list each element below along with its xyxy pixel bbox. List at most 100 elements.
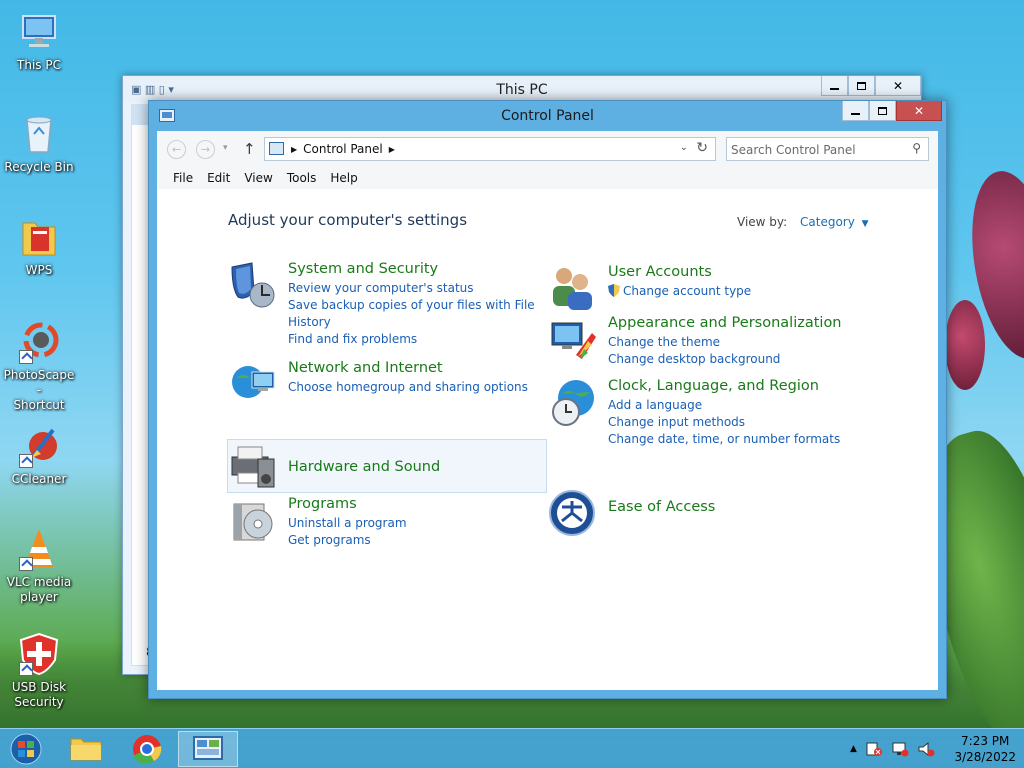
back-button[interactable]: ← (167, 140, 186, 159)
link-get-programs[interactable]: Get programs (288, 532, 407, 549)
usb-disk-security-icon (17, 632, 61, 676)
chevron-down-icon[interactable]: ▼ (862, 219, 869, 229)
menu-edit[interactable]: Edit (200, 167, 237, 189)
refresh-button[interactable]: ↻ (696, 140, 708, 156)
desktop-icon-label: player (20, 590, 58, 604)
desktop-icon-label: USB Disk (11, 680, 67, 694)
breadcrumb-separator-icon: ▶ (291, 144, 298, 154)
menu-bar: File Edit View Tools Help (157, 167, 938, 189)
link-add-language[interactable]: Add a language (608, 397, 840, 414)
link-change-date-formats[interactable]: Change date, time, or number formats (608, 431, 840, 448)
file-explorer-icon (70, 738, 102, 761)
category-title-appearance[interactable]: Appearance and Personalization (608, 315, 842, 331)
view-by-dropdown[interactable]: Category (800, 215, 855, 229)
desktop-icon-recycle-bin[interactable]: Recycle Bin (0, 112, 78, 175)
breadcrumb-separator-icon[interactable]: ▶ (389, 145, 395, 154)
desktop-icon-wps[interactable]: WPS (0, 215, 78, 278)
show-hidden-icons-button[interactable]: ▲ (850, 744, 857, 754)
menu-tools[interactable]: Tools (280, 167, 324, 189)
desktop-icon-label: PhotoScape - (3, 368, 75, 397)
desktop-icon-ccleaner[interactable]: CCleaner (0, 424, 78, 487)
start-button[interactable] (6, 732, 46, 766)
clock-date: 3/28/2022 (954, 750, 1016, 764)
control-panel-icon (193, 736, 223, 760)
network-icon (228, 360, 278, 410)
link-save-backup-cont[interactable]: History (288, 314, 535, 331)
system-clock[interactable]: 7:23 PM 3/28/2022 (954, 733, 1016, 765)
chrome-icon (133, 735, 162, 764)
search-icon[interactable]: ⚲ (912, 141, 921, 155)
desktop-icon-this-pc[interactable]: This PC (0, 10, 78, 73)
forward-button[interactable]: → (196, 140, 215, 159)
link-homegroup[interactable]: Choose homegroup and sharing options (288, 379, 528, 396)
maximize-icon (878, 106, 887, 115)
category-title-ease-of-access[interactable]: Ease of Access (608, 499, 715, 515)
control-panel-titlebar[interactable]: Control Panel ✕ (149, 101, 946, 131)
control-panel-icon (269, 142, 284, 155)
recycle-bin-icon (17, 112, 61, 156)
address-bar[interactable]: ▶ Control Panel ▶ ⌄ ↻ (264, 137, 716, 161)
maximize-icon (857, 81, 866, 90)
desktop-icon-photoscape[interactable]: PhotoScape - Shortcut (0, 320, 78, 413)
category-title-user-accounts[interactable]: User Accounts (608, 264, 712, 280)
up-button[interactable]: ↑ (243, 140, 256, 158)
folder-icon (17, 215, 61, 259)
link-find-fix[interactable]: Find and fix problems (288, 331, 535, 348)
search-box[interactable]: ⚲ (726, 137, 929, 161)
close-button[interactable]: ✕ (875, 76, 921, 96)
programs-icon (228, 496, 278, 546)
link-change-input-methods[interactable]: Change input methods (608, 414, 840, 431)
back-arrow-icon: ← (171, 143, 182, 156)
close-icon: ✕ (892, 78, 904, 93)
desktop-icon-label: VLC media (6, 575, 72, 589)
minimize-icon (830, 87, 839, 90)
minimize-button[interactable] (821, 76, 848, 96)
printer-icon (228, 441, 278, 491)
desktop-icon-label: Security (14, 695, 64, 709)
forward-arrow-icon: → (200, 143, 211, 156)
close-button[interactable]: ✕ (896, 101, 942, 121)
shield-icon (228, 261, 278, 311)
close-icon: ✕ (913, 103, 925, 118)
taskbar-chrome[interactable] (117, 731, 177, 767)
desktop-icon-vlc[interactable]: VLC media player (0, 527, 78, 605)
link-uninstall-program[interactable]: Uninstall a program (288, 515, 407, 532)
this-pc-titlebar[interactable]: ▣ ▥ ▯ ▾ This PC ✕ (123, 76, 921, 102)
wallpaper-tulip (945, 300, 985, 390)
maximize-button[interactable] (869, 101, 896, 121)
link-change-account-type-label: Change account type (623, 284, 752, 298)
category-title-hardware[interactable]: Hardware and Sound (288, 459, 440, 475)
search-input[interactable] (731, 141, 901, 158)
control-panel-window[interactable]: Control Panel ✕ ← → ▾ ↑ ▶ Control Panel … (148, 100, 947, 699)
shortcut-arrow-icon (19, 662, 33, 676)
menu-file[interactable]: File (166, 167, 200, 189)
category-title-network[interactable]: Network and Internet (288, 360, 443, 376)
desktop-icon-usb-disk-security[interactable]: USB Disk Security (0, 632, 78, 710)
maximize-button[interactable] (848, 76, 875, 96)
category-title-clock[interactable]: Clock, Language, and Region (608, 378, 819, 394)
minimize-button[interactable] (842, 101, 869, 121)
volume-muted-icon[interactable] (917, 741, 935, 757)
category-title-programs[interactable]: Programs (288, 496, 357, 512)
control-panel-body: ← → ▾ ↑ ▶ Control Panel ▶ ⌄ ↻ ⚲ File Edi… (157, 131, 938, 690)
network-status-icon[interactable] (891, 741, 909, 757)
refresh-icon: ↻ (696, 140, 708, 156)
menu-view[interactable]: View (237, 167, 279, 189)
action-center-icon[interactable] (865, 741, 883, 757)
address-dropdown-button[interactable]: ⌄ (680, 142, 688, 153)
link-review-status[interactable]: Review your computer's status (288, 280, 535, 297)
category-title-system-security[interactable]: System and Security (288, 261, 438, 277)
ease-of-access-icon (548, 489, 598, 539)
link-save-backup[interactable]: Save backup copies of your files with Fi… (288, 297, 535, 314)
link-change-account-type[interactable]: Change account type (608, 283, 751, 300)
taskbar-file-explorer[interactable] (56, 731, 116, 767)
recent-locations-button[interactable]: ▾ (223, 143, 228, 153)
link-change-theme[interactable]: Change the theme (608, 334, 780, 351)
vlc-icon (17, 527, 61, 571)
menu-help[interactable]: Help (323, 167, 364, 189)
clock-time: 7:23 PM (961, 734, 1010, 748)
link-change-background[interactable]: Change desktop background (608, 351, 780, 368)
desktop-icon-label: CCleaner (11, 472, 67, 486)
breadcrumb-control-panel[interactable]: Control Panel (303, 142, 383, 156)
taskbar-control-panel[interactable] (178, 731, 238, 767)
